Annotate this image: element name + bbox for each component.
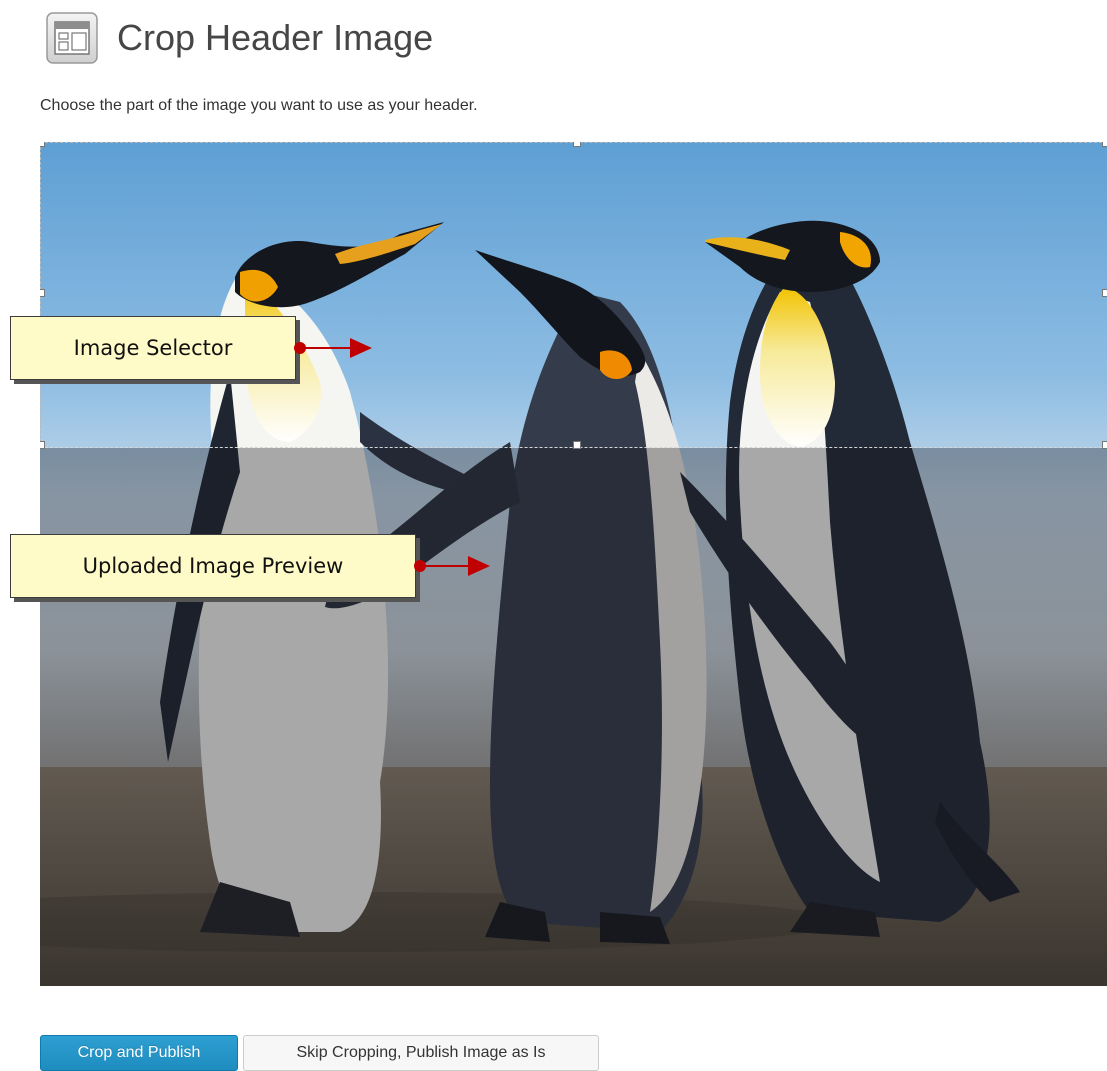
resize-handle-right[interactable] xyxy=(1102,289,1107,297)
resize-handle-top[interactable] xyxy=(573,142,581,147)
image-selector[interactable] xyxy=(40,142,1107,449)
resize-handle-top-left[interactable] xyxy=(40,142,45,147)
appearance-header-icon xyxy=(46,12,98,64)
uploaded-image-preview-callout: Uploaded Image Preview xyxy=(10,534,416,598)
uploaded-image-preview-arrow-icon xyxy=(414,556,490,576)
crop-and-publish-button[interactable]: Crop and Publish xyxy=(40,1035,238,1071)
image-preview-dim-area xyxy=(40,448,1107,986)
image-selector-arrow-icon xyxy=(294,338,372,358)
skip-cropping-button[interactable]: Skip Cropping, Publish Image as Is xyxy=(243,1035,599,1071)
resize-handle-left[interactable] xyxy=(40,289,45,297)
image-selector-callout-label: Image Selector xyxy=(73,335,233,360)
resize-handle-top-right[interactable] xyxy=(1102,142,1107,147)
resize-handle-bottom-right[interactable] xyxy=(1102,441,1107,449)
resize-handle-bottom[interactable] xyxy=(573,441,581,449)
page-title: Crop Header Image xyxy=(117,17,434,58)
uploaded-image-preview-callout-label: Uploaded Image Preview xyxy=(82,553,344,578)
crop-instructions: Choose the part of the image you want to… xyxy=(40,97,478,114)
image-selector-callout: Image Selector xyxy=(10,316,296,380)
resize-handle-bottom-left[interactable] xyxy=(40,441,45,449)
